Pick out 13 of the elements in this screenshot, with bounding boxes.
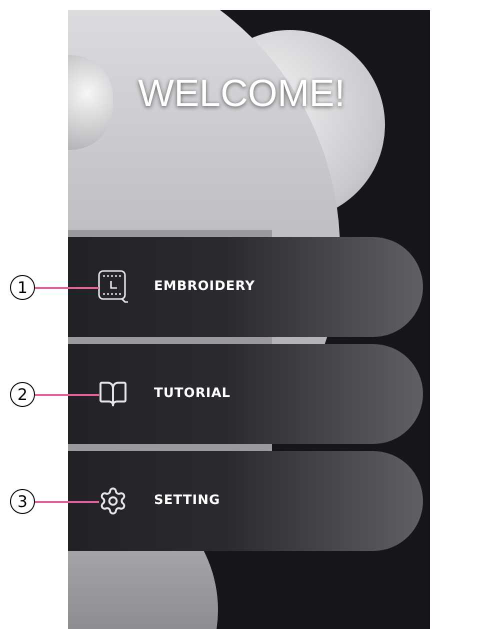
- menu-button[interactable]: SETTING: [68, 451, 423, 551]
- leader-line: [35, 394, 99, 396]
- callout-number: 2: [10, 382, 35, 407]
- book-icon: [98, 379, 128, 409]
- welcome-title: WELCOME!: [138, 72, 345, 117]
- callout-number: 1: [10, 275, 35, 300]
- settings-icon: [98, 486, 128, 516]
- menu-button[interactable]: TUTORIAL: [68, 344, 423, 444]
- menu-button[interactable]: EMBROIDERY: [68, 237, 423, 337]
- leader-line: [35, 500, 99, 502]
- callout-number: 3: [10, 489, 35, 514]
- leader-line: [35, 286, 99, 288]
- embroidery-frame-icon: [96, 269, 130, 305]
